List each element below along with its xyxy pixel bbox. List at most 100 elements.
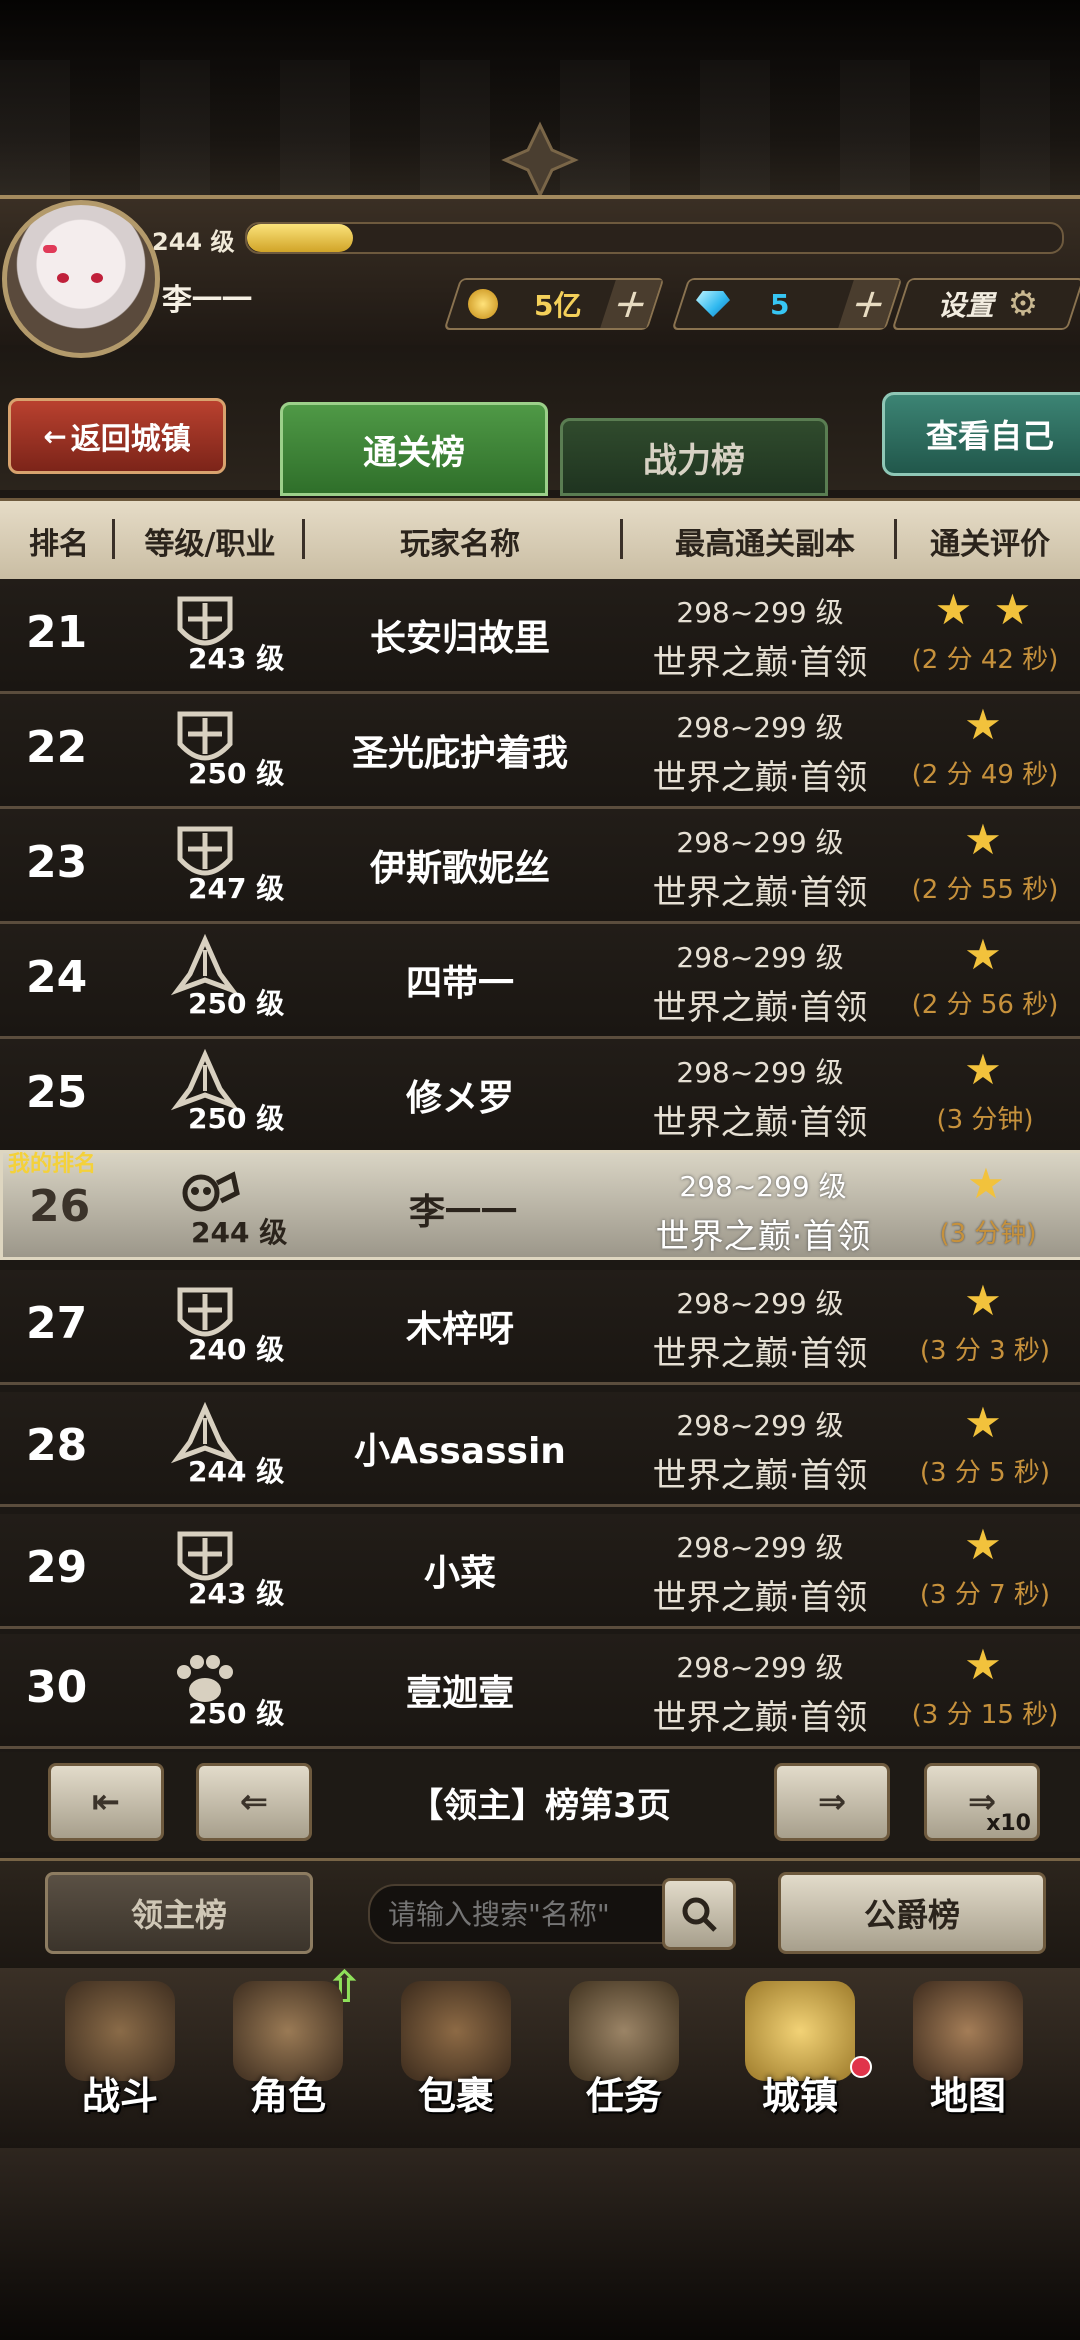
ranking-row[interactable]: 29 243 级 小菜 298~299 级 世界之巅·首领 ★ (3 分 7 秒… [0,1514,1080,1629]
row-clear-time: (3 分钟) [936,1105,1034,1135]
row-level: 244 级 [188,1455,285,1488]
ranking-row[interactable]: 30 250 级 壹迦壹 298~299 级 世界之巅·首领 ★ (3 分 15… [0,1634,1080,1749]
row-clear-time: (2 分 55 秒) [911,875,1059,905]
row-level: 247 级 [188,872,285,905]
row-stage-range: 298~299 级 [676,1531,844,1564]
tab-clear-ranking[interactable]: 通关榜 [280,402,548,496]
duke-board-button[interactable]: 公爵榜 [778,1872,1046,1954]
next-page-button[interactable]: ⇒ [774,1763,890,1841]
star-rating-icon: ★ [964,1520,1006,1569]
x10-label: x10 [986,1811,1031,1836]
xp-bar [245,222,1064,254]
row-rank: 25 [26,1067,88,1118]
row-stage-range: 298~299 级 [676,711,844,744]
col-player-name: 玩家名称 [400,527,520,562]
search-input[interactable] [368,1884,682,1944]
avatar-eye [91,273,103,283]
player-avatar[interactable] [2,200,160,358]
row-player-name: 伊斯歌妮丝 [369,848,550,889]
nav-label: 包裹 [417,2074,494,2118]
ranking-row[interactable]: 22 250 级 圣光庇护着我 298~299 级 世界之巅·首领 ★ (2 分… [0,694,1080,809]
prev-page-button[interactable]: ⇐ [196,1763,312,1841]
forward-10-pages-button[interactable]: ⇒ x10 [924,1763,1040,1841]
row-level: 250 级 [188,987,285,1020]
row-rank: 29 [26,1542,88,1593]
row-clear-time: (3 分 15 秒) [911,1700,1059,1730]
star-rating-icon: ★ [964,1398,1006,1447]
ranking-row[interactable]: 27 240 级 木梓呀 298~299 级 世界之巅·首领 ★ (3 分 3 … [0,1270,1080,1385]
crest-ornament-icon [501,121,579,199]
star-rating-icon: ★ [964,930,1006,979]
settings-button[interactable]: 设置 ⚙ [891,278,1080,330]
footer-background [0,2148,1080,2340]
row-player-name: 小菜 [423,1553,496,1594]
search-button[interactable] [662,1878,736,1950]
row-clear-time: (2 分 49 秒) [911,760,1059,790]
row-rank: 26 [29,1181,91,1232]
row-stage-name: 世界之巅·首领 [652,1103,868,1143]
column-divider [112,519,115,559]
row-stage-name: 世界之巅·首领 [652,1456,868,1496]
nav-quest[interactable]: 任务 [544,1975,704,2135]
first-page-button[interactable]: ⇤ [48,1763,164,1841]
row-player-name: 木梓呀 [405,1309,514,1350]
row-rank: 23 [26,837,88,888]
col-level-class: 等级/职业 [144,527,276,562]
row-stage-name: 世界之巅·首领 [652,1334,868,1374]
star-rating-icon: ★ ★ [934,585,1036,634]
row-level: 250 级 [188,757,285,790]
view-self-button[interactable]: 查看自己 [882,392,1080,476]
column-divider [302,519,305,559]
row-stage-name: 世界之巅·首领 [652,988,868,1028]
my-ranking-row[interactable]: 26 244 级 李一一 298~299 级 世界之巅·首领 ★ (3 分钟) [0,1150,1080,1260]
ranking-row[interactable]: 23 247 级 伊斯歌妮丝 298~299 级 世界之巅·首领 ★ (2 分 … [0,809,1080,924]
row-rank: 30 [26,1662,88,1713]
nav-label: 战斗 [81,2074,158,2118]
row-clear-time: (2 分 42 秒) [911,645,1059,675]
row-player-name: 长安归故里 [369,618,550,659]
column-divider [620,519,623,559]
nav-map[interactable]: 地图 [888,1975,1048,2135]
row-clear-time: (3 分 3 秒) [919,1336,1051,1366]
row-rank: 27 [26,1298,88,1349]
row-player-name: 壹迦壹 [405,1673,514,1714]
ranking-column-header: 排名 等级/职业 玩家名称 最高通关副本 通关评价 [0,498,1080,582]
gold-resource: 5亿 + [443,278,665,330]
row-stage-range: 298~299 级 [676,941,844,974]
row-stage-name: 世界之巅·首领 [652,1578,868,1618]
ranking-row[interactable]: 25 250 级 修メ罗 298~299 级 世界之巅·首领 ★ (3 分钟) [0,1039,1080,1154]
star-rating-icon: ★ [964,1276,1006,1325]
back-to-town-button[interactable]: ← 返回城镇 [8,398,226,474]
tab-power-ranking[interactable]: 战力榜 [560,418,828,496]
row-stage-range: 298~299 级 [676,596,844,629]
row-stage-range: 298~299 级 [676,1409,844,1442]
star-rating-icon: ★ [964,1045,1006,1094]
gem-amount: 5 [770,287,790,321]
star-rating-icon: ★ [967,1159,1009,1208]
ranking-row[interactable]: 24 250 级 四带一 298~299 级 世界之巅·首领 ★ (2 分 56… [0,924,1080,1039]
hair-clip [43,245,57,253]
my-rank-label: 我的排名 [8,1152,97,1177]
row-level: 240 级 [188,1333,285,1366]
row-level: 250 级 [188,1102,285,1135]
row-stage-name: 世界之巅·首领 [652,1698,868,1738]
nav-character[interactable]: 角色 [208,1975,368,2135]
back-arrow-icon: ← [43,419,67,453]
lord-board-button[interactable]: 领主榜 [45,1872,313,1954]
nav-town[interactable]: 城镇 [720,1975,880,2135]
nav-bag[interactable]: 包裹 [376,1975,536,2135]
row-stage-name: 世界之巅·首领 [652,643,868,683]
row-stage-name: 世界之巅·首领 [655,1217,871,1257]
player-name: 李一一 [162,283,252,318]
ranking-row[interactable]: 28 244 级 小Assassin 298~299 级 世界之巅·首领 ★ (… [0,1392,1080,1507]
nav-battle[interactable]: 战斗 [40,1975,200,2135]
star-rating-icon: ★ [964,700,1006,749]
nav-label: 地图 [929,2074,1006,2118]
xp-bar-fill [247,224,353,252]
row-level: 250 级 [188,1697,285,1730]
row-stage-name: 世界之巅·首领 [652,873,868,913]
row-clear-time: (2 分 56 秒) [911,990,1059,1020]
nav-label: 城镇 [761,2074,838,2118]
nav-label: 任务 [585,2074,662,2118]
ranking-row[interactable]: 21 243 级 长安归故里 298~299 级 世界之巅·首领 ★ ★ (2 … [0,579,1080,694]
